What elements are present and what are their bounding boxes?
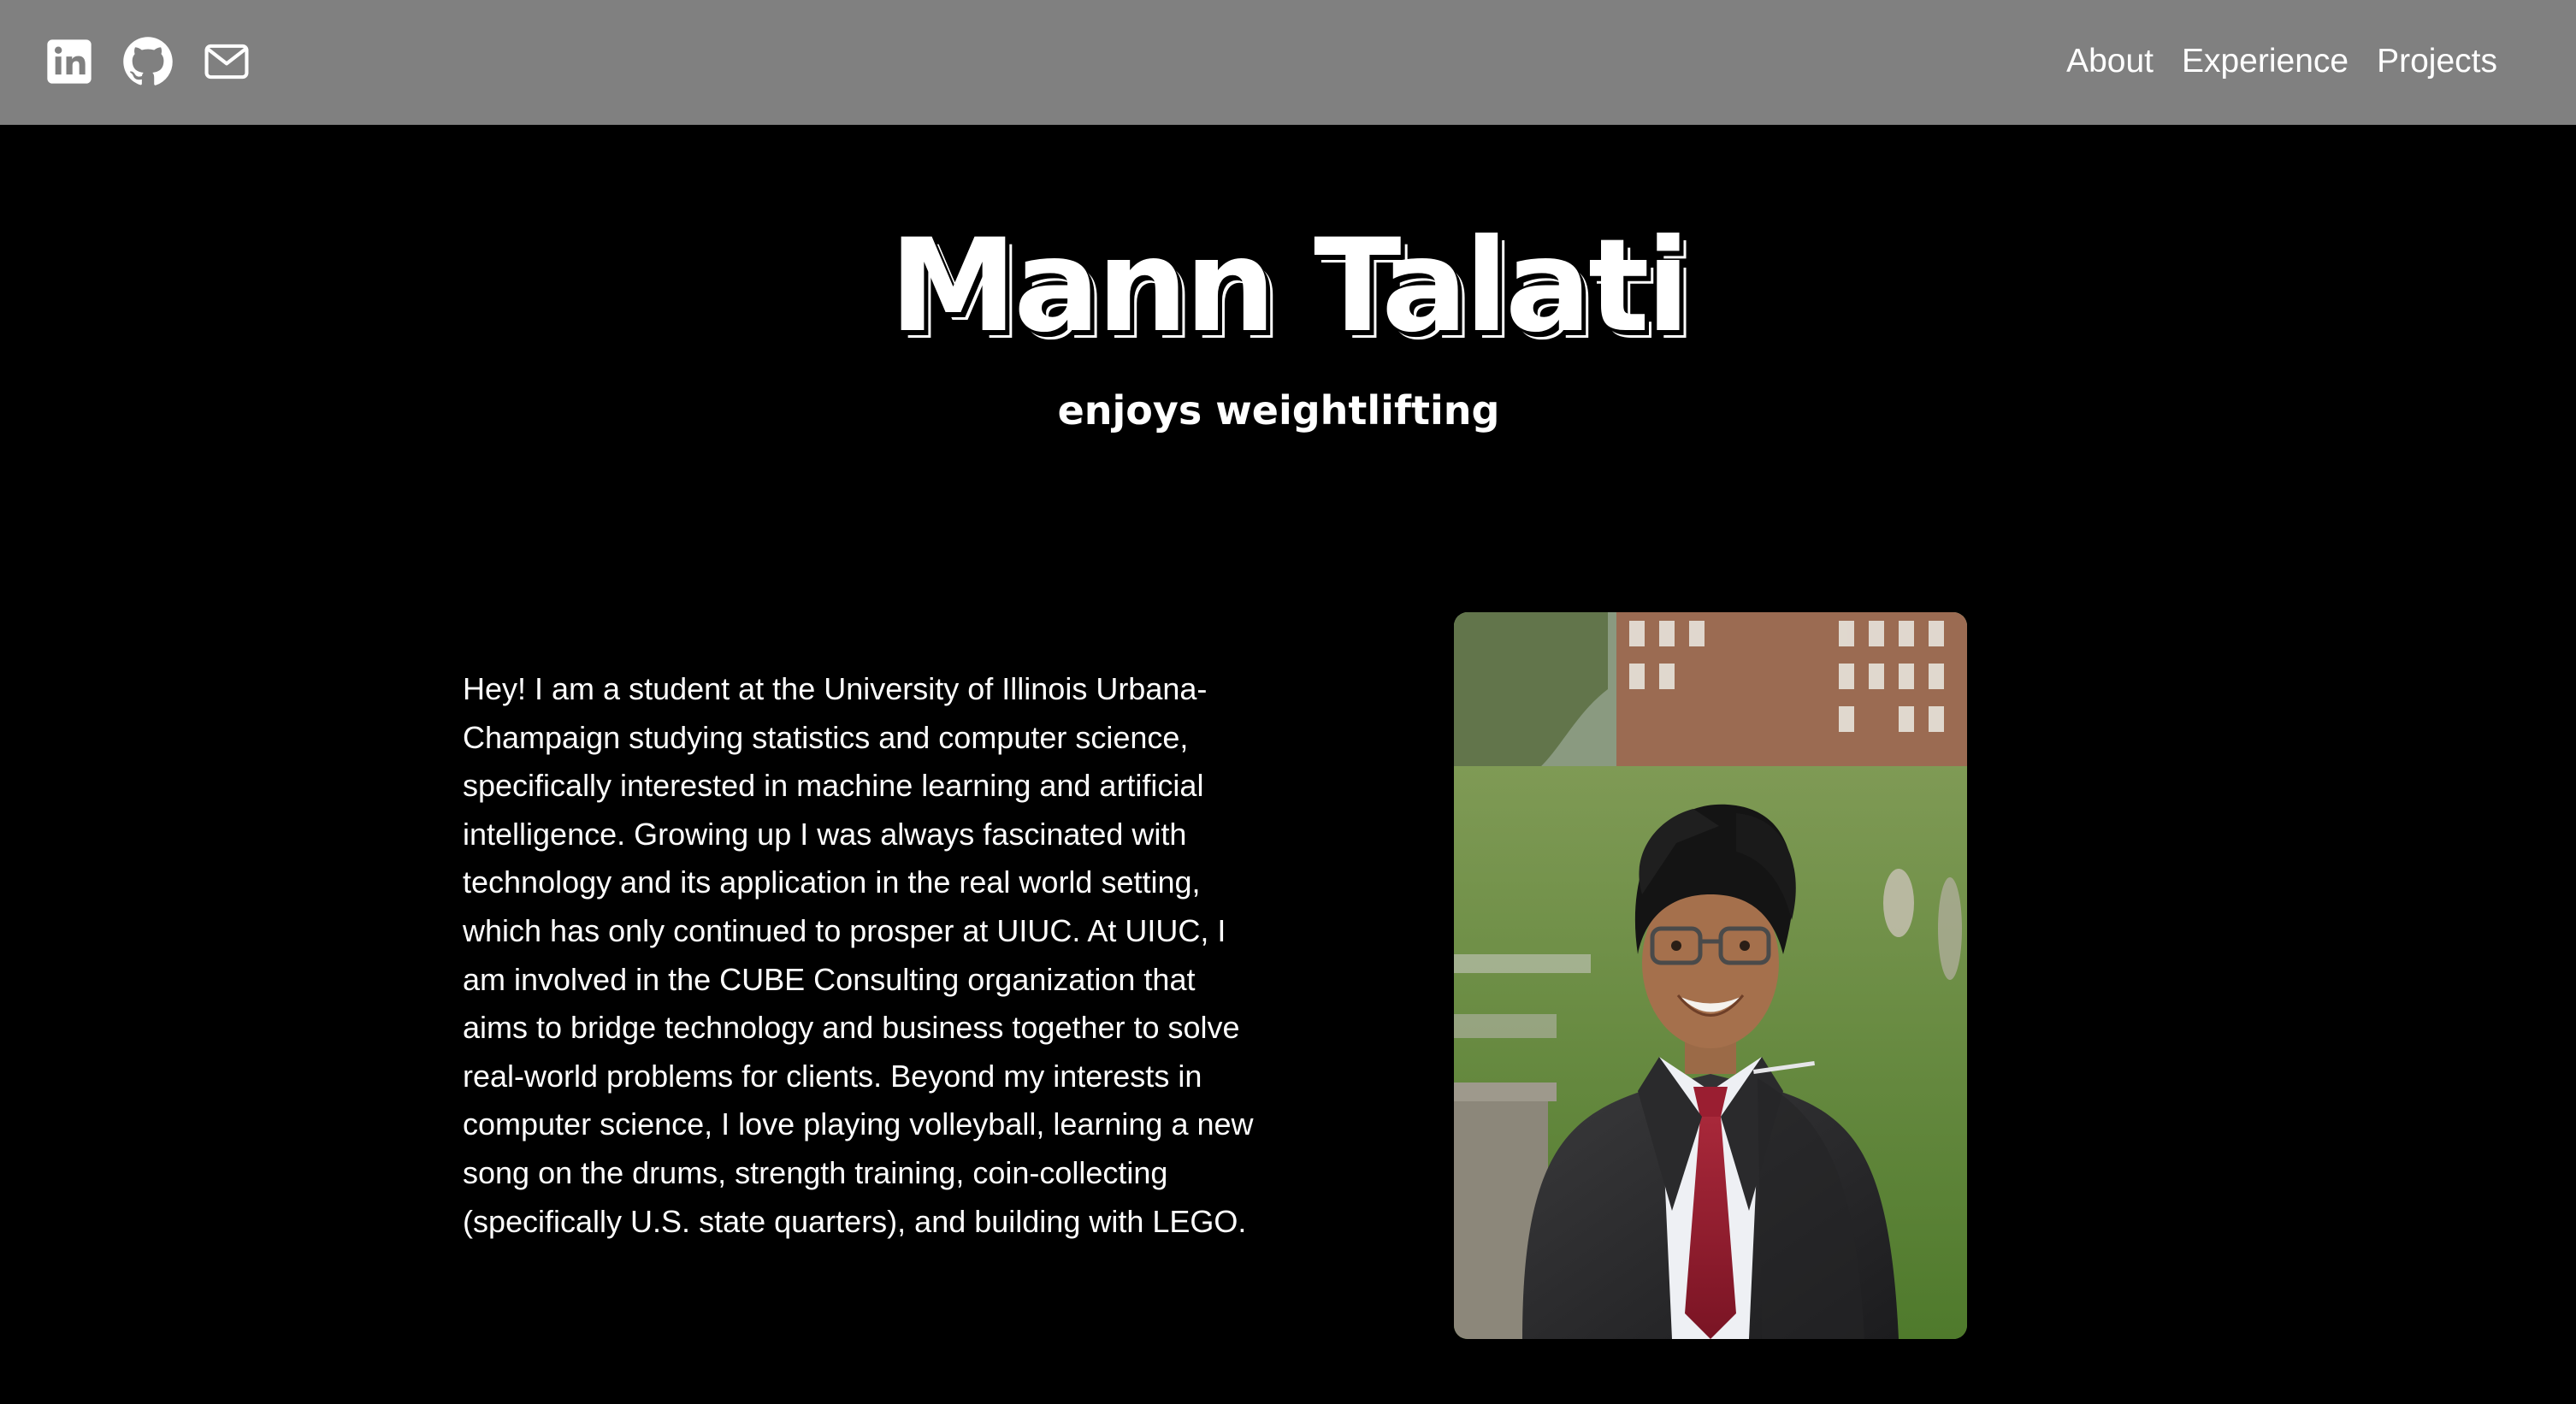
- nav-link-about[interactable]: About: [2066, 38, 2154, 86]
- github-icon[interactable]: [121, 35, 174, 88]
- top-navbar: About Experience Projects: [0, 0, 2576, 125]
- mail-icon[interactable]: [200, 35, 253, 88]
- nav-links: About Experience Projects: [2066, 38, 2497, 86]
- about-paragraph: Hey! I am a student at the University of…: [463, 671, 1254, 1239]
- nav-link-experience[interactable]: Experience: [2182, 38, 2349, 86]
- profile-photo: [1454, 612, 1967, 1339]
- nav-link-projects[interactable]: Projects: [2377, 38, 2497, 86]
- hero-name: Mann Talati: [889, 212, 1690, 361]
- hero-tagline: enjoys weightlifting: [1057, 387, 1500, 434]
- social-links: [43, 34, 253, 89]
- linkedin-icon[interactable]: [43, 35, 96, 88]
